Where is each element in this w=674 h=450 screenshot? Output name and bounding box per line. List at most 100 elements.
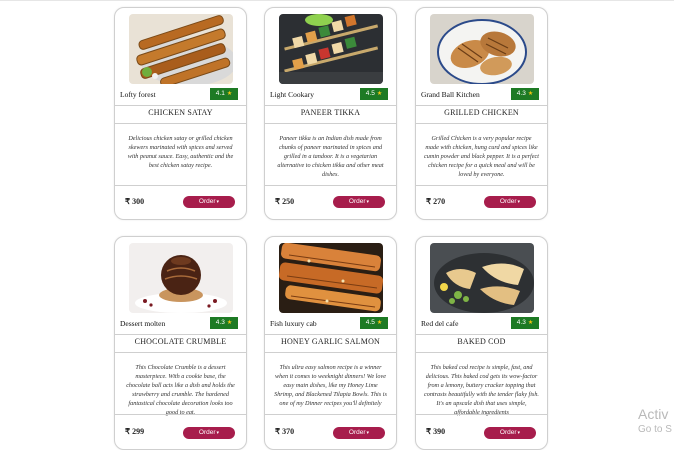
rating-value: 4.5 [365, 90, 375, 97]
order-button-label: Order [499, 198, 517, 205]
rating-badge: 4.3 ★ [511, 317, 539, 329]
dish-title: CHICKEN SATAY [148, 108, 213, 117]
restaurant-name: Grand Ball Kitchen [421, 90, 480, 99]
dish-title: CHOCOLATE CRUMBLE [134, 337, 227, 346]
divider [265, 414, 396, 415]
card-meta: Lofty forest 4.1 ★ [120, 88, 238, 102]
order-button[interactable]: Order▾ [333, 427, 385, 439]
restaurant-name: Fish luxury cab [270, 319, 317, 328]
rating-value: 4.3 [516, 319, 526, 326]
dish-title: HONEY GARLIC SALMON [280, 337, 381, 346]
menu-card-chocolate-crumble: Dessert molten 4.3 ★ CHOCOLATE CRUMBLE Th… [114, 236, 247, 450]
rating-badge: 4.3 ★ [511, 88, 539, 100]
menu-card-chicken-satay: Lofty forest 4.1 ★ CHICKEN SATAY Deliciou… [114, 7, 247, 220]
card-meta: Fish luxury cab 4.5 ★ [270, 317, 388, 331]
caret-down-icon: ▾ [366, 199, 370, 205]
dish-price: ₹ 250 [275, 197, 295, 206]
watermark-line1: Activ [638, 406, 669, 422]
restaurant-name: Lofty forest [120, 90, 156, 99]
watermark-line2: Go to S [638, 424, 672, 435]
chocolate-crumble-image [129, 243, 233, 313]
dish-title: GRILLED CHICKEN [444, 108, 519, 117]
rating-value: 4.5 [365, 319, 375, 326]
order-button[interactable]: Order▾ [484, 196, 536, 208]
rating-badge: 4.5 ★ [360, 88, 388, 100]
card-meta: Grand Ball Kitchen 4.3 ★ [421, 88, 539, 102]
order-button[interactable]: Order▾ [183, 427, 235, 439]
star-icon: ★ [376, 91, 383, 97]
rating-badge: 4.3 ★ [210, 317, 238, 329]
rating-value: 4.3 [215, 319, 225, 326]
divider [416, 352, 547, 353]
divider [115, 414, 246, 415]
top-divider [0, 0, 674, 1]
order-button-label: Order [198, 198, 216, 205]
divider [416, 123, 547, 124]
star-icon: ★ [226, 320, 233, 326]
dish-description: Delicious chicken satay or grilled chick… [127, 135, 234, 169]
divider [115, 352, 246, 353]
restaurant-name: Red del cafe [421, 319, 459, 328]
menu-card-paneer-tikka: Light Cookary 4.5 ★ PANEER TIKKA Paneer t… [264, 7, 397, 220]
rating-value: 4.3 [516, 90, 526, 97]
order-button[interactable]: Order▾ [333, 196, 385, 208]
rating-badge: 4.5 ★ [360, 317, 388, 329]
divider [265, 105, 396, 106]
caret-down-icon: ▾ [216, 199, 220, 205]
rating-value: 4.1 [215, 90, 225, 97]
menu-card-grilled-chicken: Grand Ball Kitchen 4.3 ★ GRILLED CHICKEN … [415, 7, 548, 220]
star-icon: ★ [376, 320, 383, 326]
dish-description: Grilled Chicken is a very popular recipe… [424, 135, 539, 178]
rating-badge: 4.1 ★ [210, 88, 238, 100]
dish-title: PANEER TIKKA [300, 108, 361, 117]
dish-title: BAKED COD [457, 337, 506, 346]
divider [416, 414, 547, 415]
dish-description: This baked cod recipe is simple, fast, a… [424, 364, 539, 416]
star-icon: ★ [226, 91, 233, 97]
grilled-chicken-image [430, 14, 534, 84]
divider [265, 334, 396, 335]
card-meta: Red del cafe 4.3 ★ [421, 317, 539, 331]
dish-description: This Chocolate Crumble is a dessert mast… [126, 364, 235, 416]
card-meta: Light Cookary 4.5 ★ [270, 88, 388, 102]
caret-down-icon: ▾ [366, 430, 370, 436]
order-button-label: Order [348, 198, 366, 205]
divider [115, 185, 246, 186]
dish-price: ₹ 370 [275, 427, 295, 436]
restaurant-name: Dessert molten [120, 319, 166, 328]
dish-price: ₹ 299 [125, 427, 145, 436]
divider [115, 105, 246, 106]
order-button-label: Order [499, 429, 517, 436]
divider [416, 334, 547, 335]
divider [416, 105, 547, 106]
paneer-tikka-image [279, 14, 383, 84]
order-button[interactable]: Order▾ [484, 427, 536, 439]
menu-card-baked-cod: Red del cafe 4.3 ★ BAKED COD This baked c… [415, 236, 548, 450]
caret-down-icon: ▾ [216, 430, 220, 436]
chicken-satay-image [129, 14, 233, 84]
star-icon: ★ [527, 91, 534, 97]
dish-description: This ultra easy salmon recipe is a winne… [274, 364, 387, 407]
divider [265, 123, 396, 124]
salmon-image [279, 243, 383, 313]
divider [416, 185, 547, 186]
dish-price: ₹ 300 [125, 197, 145, 206]
card-meta: Dessert molten 4.3 ★ [120, 317, 238, 331]
dish-description: Paneer tikka is an Indian dish made from… [277, 135, 384, 178]
caret-down-icon: ▾ [517, 430, 521, 436]
baked-cod-image [430, 243, 534, 313]
activation-watermark: Activ Go to S [638, 407, 672, 437]
order-button[interactable]: Order▾ [183, 196, 235, 208]
divider [265, 185, 396, 186]
divider [265, 352, 396, 353]
menu-card-honey-garlic-salmon: Fish luxury cab 4.5 ★ HONEY GARLIC SALMON… [264, 236, 397, 450]
dish-price: ₹ 390 [426, 427, 446, 436]
restaurant-name: Light Cookary [270, 90, 314, 99]
order-button-label: Order [198, 429, 216, 436]
divider [115, 334, 246, 335]
caret-down-icon: ▾ [517, 199, 521, 205]
order-button-label: Order [348, 429, 366, 436]
divider [115, 123, 246, 124]
star-icon: ★ [527, 320, 534, 326]
dish-price: ₹ 270 [426, 197, 446, 206]
